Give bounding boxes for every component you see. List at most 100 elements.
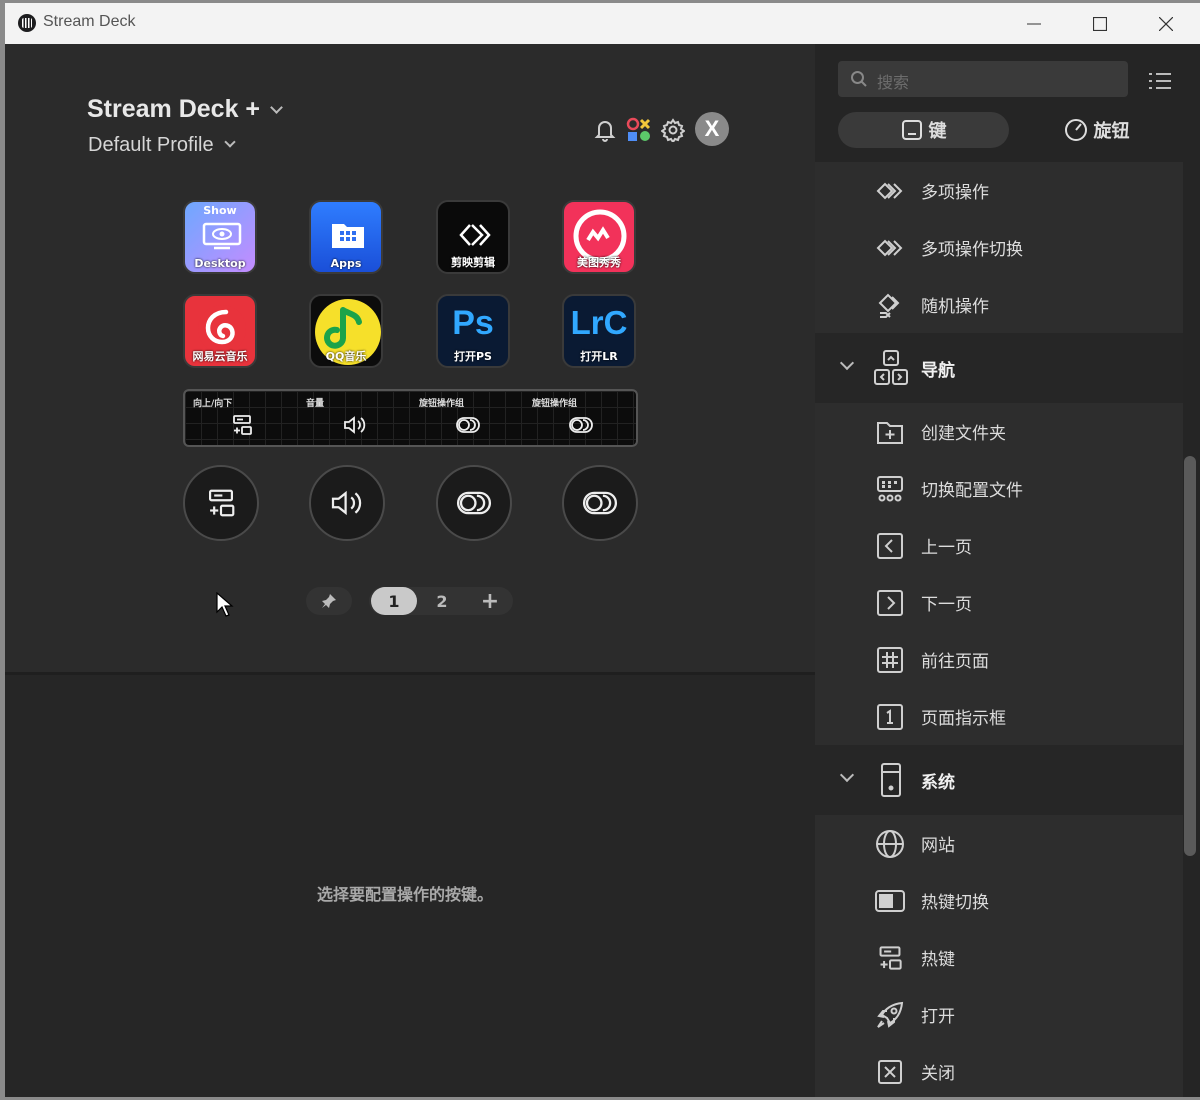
key-top-label: Show (203, 204, 237, 217)
page-1-button[interactable]: 1 (371, 587, 417, 615)
key-label: Apps (330, 257, 362, 270)
action-label: 上一页 (921, 538, 972, 558)
rocket-icon (875, 1000, 905, 1030)
action-open[interactable]: 打开 (815, 986, 1183, 1043)
action-create-folder[interactable]: 创建文件夹 (815, 403, 1183, 460)
property-inspector: 选择要配置操作的按键。 (5, 675, 815, 1097)
key-netease-music[interactable]: 网易云音乐 (183, 294, 257, 368)
navigation-icon (873, 349, 909, 387)
random-action-icon (875, 290, 905, 320)
folder-plus-icon (875, 417, 905, 447)
key-square-icon (901, 120, 922, 140)
action-website[interactable]: 网站 (815, 815, 1183, 872)
volume-icon (331, 490, 362, 516)
tab-label: 旋钮 (1093, 121, 1130, 142)
key-capcut[interactable]: 剪映剪辑 (436, 200, 510, 274)
pin-icon (322, 594, 336, 608)
action-label: 随机操作 (921, 297, 989, 317)
pin-page-button[interactable] (306, 587, 352, 615)
action-previous-page[interactable]: 上一页 (815, 517, 1183, 574)
hotkey-icon (209, 489, 235, 517)
toolbar-icons: X (591, 112, 731, 148)
sidebar-scrollbar[interactable] (1184, 456, 1196, 856)
minimize-button[interactable] (1001, 3, 1067, 44)
profile-selector[interactable]: Default Profile (88, 134, 236, 157)
page-2-button[interactable]: 2 (419, 587, 465, 615)
key-label: 打开LR (580, 350, 618, 363)
chevron-down-icon (223, 136, 236, 148)
category-label: 系统 (921, 773, 955, 793)
marketplace-icon[interactable] (625, 116, 653, 144)
dial-4[interactable] (562, 465, 638, 541)
touch-strip-segment[interactable]: 音量 (298, 391, 411, 445)
stream-deck-logo-icon (18, 14, 36, 32)
key-meitu[interactable]: 美图秀秀 (562, 200, 636, 274)
notification-bell-icon[interactable] (591, 116, 619, 144)
close-box-icon (875, 1057, 905, 1087)
touch-strip-segment[interactable]: 向上/向下 (185, 391, 298, 445)
next-page-icon (875, 588, 905, 618)
close-button[interactable] (1133, 3, 1199, 44)
action-multi-action[interactable]: 多项操作 (815, 162, 1183, 219)
switch-profile-icon (875, 474, 905, 504)
page-selector: 1 2 + (369, 587, 513, 615)
key-qq-music[interactable]: QQ音乐 (309, 294, 383, 368)
tab-label: 键 (928, 121, 947, 142)
device-selector[interactable]: Stream Deck + (87, 95, 283, 124)
touch-strip-segment[interactable]: 旋钮操作组 (411, 391, 524, 445)
action-hotkey[interactable]: 热键 (815, 929, 1183, 986)
action-hotkey-switch[interactable]: 热键切换 (815, 872, 1183, 929)
action-type-tabs: 键 旋钮 (815, 112, 1200, 160)
segment-label: 向上/向下 (193, 399, 233, 409)
segment-label: 旋钮操作组 (532, 399, 578, 409)
dial-stack-icon (455, 413, 481, 437)
add-page-button[interactable]: + (467, 587, 513, 615)
action-label: 热键切换 (921, 893, 989, 913)
empty-hint: 选择要配置操作的按键。 (316, 885, 493, 904)
settings-gear-icon[interactable] (659, 116, 687, 144)
segment-label: 音量 (306, 399, 325, 409)
title-bar: Stream Deck (5, 3, 1200, 44)
search-input[interactable]: 搜索 (838, 61, 1128, 97)
dial-1[interactable] (183, 465, 259, 541)
tab-keys[interactable]: 键 (838, 112, 1009, 148)
action-page-indicator[interactable]: 页面指示框 (815, 688, 1183, 745)
list-view-icon[interactable] (1148, 71, 1172, 91)
touch-strip-segment[interactable]: 旋钮操作组 (524, 391, 637, 445)
action-random[interactable]: 随机操作 (815, 276, 1183, 333)
action-label: 热键 (921, 950, 955, 970)
key-label: 剪映剪辑 (451, 256, 495, 269)
lightroom-logo-icon: LrC (570, 304, 628, 341)
action-label: 打开 (921, 1007, 955, 1027)
category-system[interactable]: 系统 (815, 745, 1183, 815)
hotkey-switch-icon (875, 886, 905, 916)
action-multi-action-switch[interactable]: 多项操作切换 (815, 219, 1183, 276)
key-photoshop[interactable]: Ps 打开PS (436, 294, 510, 368)
touch-strip[interactable]: 向上/向下 音量 旋钮操作组 旋钮操作组 (183, 389, 638, 447)
dial-stack-icon (582, 491, 618, 515)
account-badge[interactable]: X (695, 112, 729, 146)
action-next-page[interactable]: 下一页 (815, 574, 1183, 631)
action-close[interactable]: 关闭 (815, 1043, 1183, 1097)
dial-stack-icon (456, 491, 492, 515)
action-switch-profile[interactable]: 切换配置文件 (815, 460, 1183, 517)
key-lightroom[interactable]: LrC 打开LR (562, 294, 636, 368)
key-label: QQ音乐 (325, 350, 367, 363)
action-go-to-page[interactable]: 前往页面 (815, 631, 1183, 688)
maximize-button[interactable] (1067, 3, 1133, 44)
key-apps[interactable]: Apps (309, 200, 383, 274)
key-label: Desktop (194, 257, 246, 270)
action-label: 页面指示框 (921, 709, 1006, 729)
category-navigation[interactable]: 导航 (815, 333, 1183, 403)
action-label: 前往页面 (921, 652, 989, 672)
actions-list: 多项操作 多项操作切换 随机操作 导航 创建文件夹 切换配置文件 上一页 下一页… (815, 162, 1183, 1097)
monitor-eye-icon (202, 222, 242, 250)
computer-tower-icon (873, 761, 909, 799)
tab-dials[interactable]: 旋钮 (1011, 112, 1182, 148)
dial-3[interactable] (436, 465, 512, 541)
dial-2[interactable] (309, 465, 385, 541)
category-label: 导航 (921, 361, 955, 381)
key-show-desktop[interactable]: Show Desktop (183, 200, 257, 274)
segment-label: 旋钮操作组 (419, 399, 465, 409)
previous-page-icon (875, 531, 905, 561)
